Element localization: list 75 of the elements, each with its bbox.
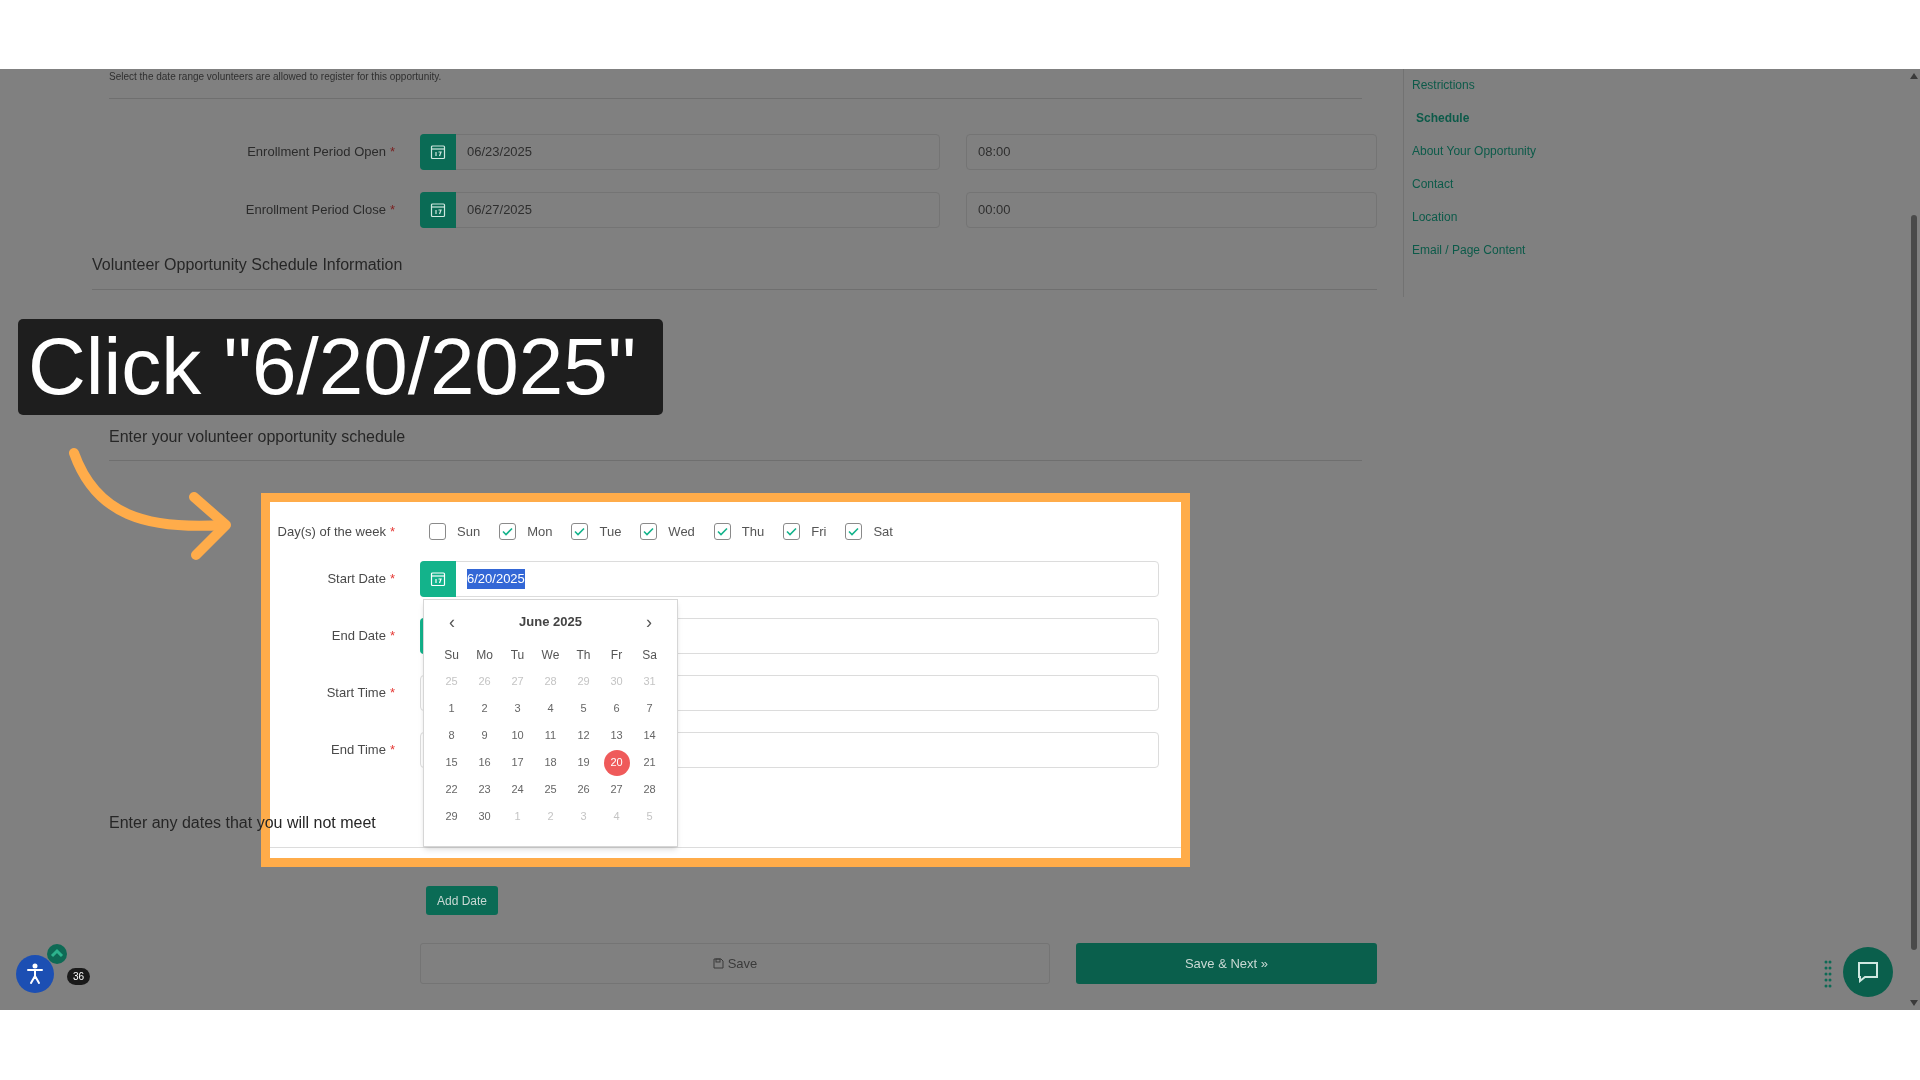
required-mark: * — [389, 522, 395, 541]
time-field[interactable]: 08:00 — [966, 134, 1377, 170]
date-field[interactable]: 6/20/2025 — [420, 561, 1159, 597]
weekday-heading: Tu — [509, 647, 526, 664]
required-mark: * — [389, 201, 395, 220]
calendar-day[interactable]: 22 — [438, 776, 465, 803]
weekday-heading: Su — [443, 647, 460, 664]
save-and-next-button[interactable]: Save & Next » — [1076, 943, 1377, 984]
field-label: Enrollment Period Open — [247, 143, 386, 162]
previous-month-button[interactable]: ‹ — [449, 613, 455, 631]
calendar-day[interactable]: 29 — [438, 803, 465, 830]
next-month-button[interactable]: › — [646, 613, 652, 631]
weekday-label: Thu — [741, 522, 765, 541]
required-mark: * — [389, 627, 395, 646]
calendar-day[interactable]: 28 — [636, 776, 663, 803]
field-label: Start Date — [327, 570, 386, 589]
calendar-day[interactable]: 7 — [636, 695, 663, 722]
section-subheading: Enter your volunteer opportunity schedule — [109, 427, 407, 447]
field-label: Day(s) of the week — [277, 522, 386, 541]
weekday-label: Tue — [599, 522, 622, 541]
weekday-label: Sat — [873, 522, 893, 541]
callout-banner: Click "6/20/2025" — [18, 319, 663, 415]
calendar-day[interactable]: 30 — [471, 803, 498, 830]
calendar-day[interactable]: 2 — [471, 695, 498, 722]
weekday-heading: Sa — [641, 647, 658, 664]
weekday-label: Mon — [527, 522, 553, 541]
field-label: Enrollment Period Close — [245, 201, 386, 220]
save-button[interactable]: Save — [420, 943, 1050, 984]
calendar-day[interactable]: 13 — [603, 722, 630, 749]
hint-text: Select the date range volunteers are allowed to register for this opportunity. — [109, 70, 443, 84]
calendar-day[interactable]: 17 — [504, 749, 531, 776]
calendar-day[interactable]: 6 — [603, 695, 630, 722]
month-title: June 2025 — [519, 613, 582, 632]
time-field[interactable]: 00:00 — [966, 192, 1377, 228]
weekday-label: Sun — [457, 522, 481, 541]
calendar-day[interactable]: 12 — [570, 722, 597, 749]
calendar-day[interactable]: 1 — [438, 695, 465, 722]
calendar-day[interactable]: 8 — [438, 722, 465, 749]
notification-badge: 36 — [67, 968, 91, 985]
weekday-label: Wed — [668, 522, 695, 541]
required-mark: * — [389, 143, 395, 162]
field-label: Start Time — [326, 684, 386, 703]
required-mark: * — [389, 741, 395, 760]
date-field[interactable]: 06/27/2025 — [420, 192, 940, 228]
calendar-day[interactable]: 18 — [537, 749, 564, 776]
section-subheading: Enter any dates that you will not meet — [109, 813, 376, 833]
field-label: End Date — [331, 627, 386, 646]
section-heading: Volunteer Opportunity Schedule Information — [92, 255, 404, 275]
required-mark: * — [389, 570, 395, 589]
weekday-heading: We — [540, 647, 561, 664]
calendar-day[interactable]: 26 — [570, 776, 597, 803]
calendar-day[interactable]: 14 — [636, 722, 663, 749]
calendar-day[interactable]: 15 — [438, 749, 465, 776]
date-field[interactable]: 06/23/2025 — [420, 134, 940, 170]
calendar-day[interactable]: 27 — [603, 776, 630, 803]
calendar-day[interactable]: 10 — [504, 722, 531, 749]
calendar-day[interactable]: 24 — [504, 776, 531, 803]
weekday-heading: Mo — [475, 647, 494, 664]
calendar-day[interactable]: 23 — [471, 776, 498, 803]
calendar-day[interactable]: 16 — [471, 749, 498, 776]
calendar-day[interactable]: 4 — [537, 695, 564, 722]
calendar-day[interactable]: 25 — [537, 776, 564, 803]
calendar-day[interactable]: 20 — [603, 749, 630, 776]
calendar-day[interactable]: 5 — [570, 695, 597, 722]
field-label: End Time — [331, 741, 386, 760]
add-date-button[interactable]: Add Date — [426, 886, 499, 915]
weekday-heading: Th — [575, 647, 592, 664]
weekday-heading: Fr — [609, 647, 624, 664]
calendar-day[interactable]: 9 — [471, 722, 498, 749]
required-mark: * — [389, 684, 395, 703]
calendar-day[interactable]: 11 — [537, 722, 564, 749]
weekday-label: Fri — [811, 522, 827, 541]
calendar-day[interactable]: 19 — [570, 749, 597, 776]
calendar-day[interactable]: 3 — [504, 695, 531, 722]
calendar-day[interactable]: 21 — [636, 749, 663, 776]
